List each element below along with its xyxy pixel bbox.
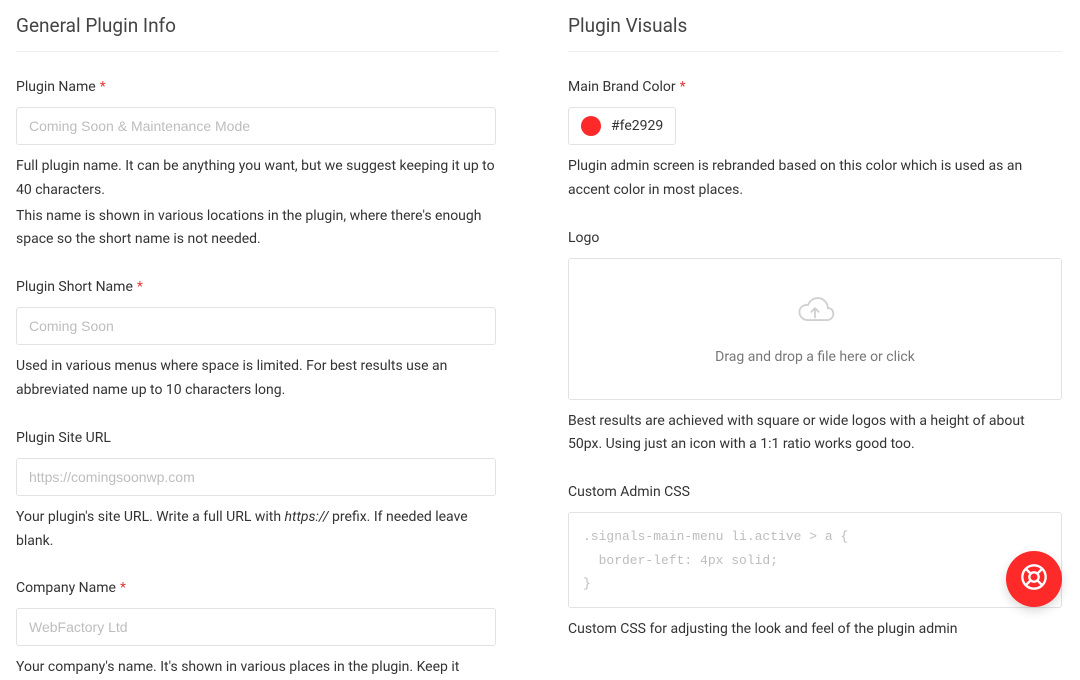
help-custom-admin-css: Custom CSS for adjusting the look and fe… xyxy=(568,618,1062,642)
help-logo: Best results are achieved with square or… xyxy=(568,410,1062,458)
help-plugin-name-1: Full plugin name. It can be anything you… xyxy=(16,155,498,203)
required-asterisk: * xyxy=(120,580,126,596)
brand-color-value: #fe2929 xyxy=(611,118,663,134)
company-name-input[interactable] xyxy=(16,608,496,646)
logo-dropzone-text: Drag and drop a file here or click xyxy=(715,349,915,365)
field-company-name: Company Name* Your company's name. It's … xyxy=(16,577,498,680)
plugin-name-input[interactable] xyxy=(16,107,496,145)
help-plugin-short-name: Used in various menus where space is lim… xyxy=(16,355,498,403)
plugin-visuals-panel: Plugin Visuals Main Brand Color* #fe2929… xyxy=(546,0,1080,680)
field-logo: Logo Drag and drop a file here or click … xyxy=(568,227,1062,458)
help-main-brand-color: Plugin admin screen is rebranded based o… xyxy=(568,155,1062,203)
section-title-general: General Plugin Info xyxy=(16,0,498,52)
field-main-brand-color: Main Brand Color* #fe2929 Plugin admin s… xyxy=(568,76,1062,203)
cloud-upload-icon xyxy=(793,293,837,331)
section-title-visuals: Plugin Visuals xyxy=(568,0,1062,52)
lifebuoy-icon xyxy=(1020,563,1048,595)
custom-admin-css-input[interactable]: .signals-main-menu li.active > a { borde… xyxy=(568,512,1062,608)
field-plugin-short-name: Plugin Short Name* Used in various menus… xyxy=(16,276,498,403)
plugin-short-name-input[interactable] xyxy=(16,307,496,345)
label-main-brand-color: Main Brand Color xyxy=(568,79,676,95)
field-custom-admin-css: Custom Admin CSS .signals-main-menu li.a… xyxy=(568,481,1062,642)
help-url-italic: https:// xyxy=(285,509,329,525)
help-plugin-name-2: This name is shown in various locations … xyxy=(16,205,498,253)
help-fab-button[interactable] xyxy=(1006,551,1062,607)
help-plugin-site-url: Your plugin's site URL. Write a full URL… xyxy=(16,506,498,554)
required-asterisk: * xyxy=(100,79,106,95)
label-logo: Logo xyxy=(568,230,599,246)
color-swatch-icon xyxy=(581,116,601,136)
field-plugin-name: Plugin Name* Full plugin name. It can be… xyxy=(16,76,498,252)
label-plugin-name: Plugin Name xyxy=(16,79,96,95)
label-plugin-short-name: Plugin Short Name xyxy=(16,279,133,295)
brand-color-picker[interactable]: #fe2929 xyxy=(568,107,676,145)
label-company-name: Company Name xyxy=(16,580,116,596)
field-plugin-site-url: Plugin Site URL Your plugin's site URL. … xyxy=(16,427,498,554)
help-url-prefix: Your plugin's site URL. Write a full URL… xyxy=(16,509,285,525)
label-custom-admin-css: Custom Admin CSS xyxy=(568,484,690,500)
required-asterisk: * xyxy=(680,79,686,95)
plugin-site-url-input[interactable] xyxy=(16,458,496,496)
help-company-name: Your company's name. It's shown in vario… xyxy=(16,656,498,680)
logo-dropzone[interactable]: Drag and drop a file here or click xyxy=(568,258,1062,400)
general-plugin-info-panel: General Plugin Info Plugin Name* Full pl… xyxy=(0,0,498,680)
required-asterisk: * xyxy=(137,279,143,295)
label-plugin-site-url: Plugin Site URL xyxy=(16,430,111,446)
